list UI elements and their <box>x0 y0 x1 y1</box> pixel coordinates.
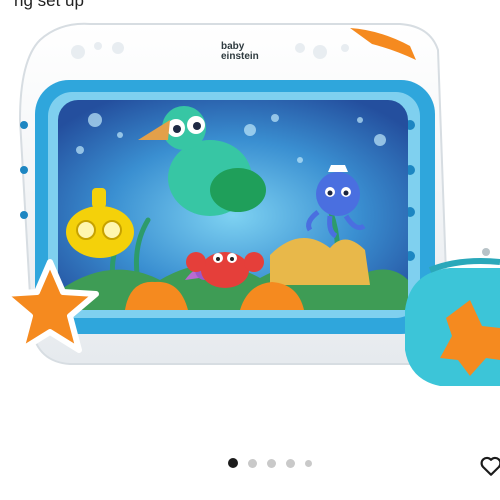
carousel-dot-4[interactable] <box>286 458 295 468</box>
brand-logo: baby einstein <box>221 42 259 62</box>
carousel-dot-5[interactable] <box>305 459 312 467</box>
product-image[interactable]: baby einstein <box>0 0 500 420</box>
carousel-dot-3[interactable] <box>267 458 276 468</box>
heart-outline-icon[interactable] <box>478 452 500 478</box>
carousel-dot-1[interactable] <box>228 458 238 468</box>
carousel-dot-2[interactable] <box>248 458 257 468</box>
carousel-pagination <box>228 458 312 468</box>
brand-line-2: einstein <box>221 51 259 62</box>
